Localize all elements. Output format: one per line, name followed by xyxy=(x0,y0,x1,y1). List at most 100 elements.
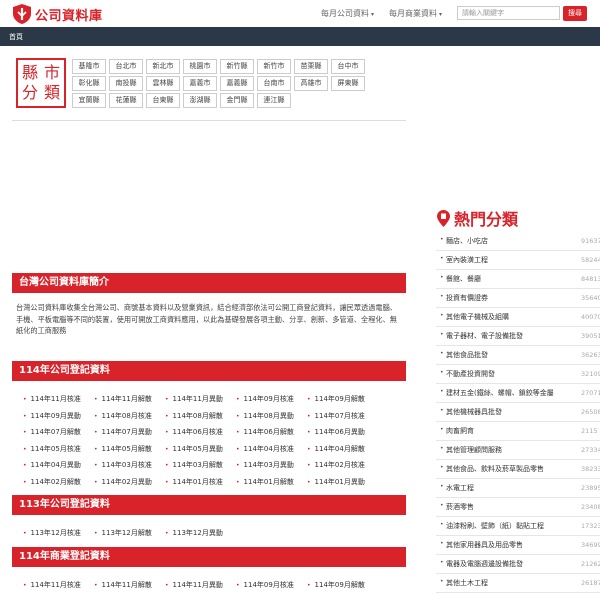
hot-category-item[interactable]: • 其他家用器具及用品零售 34699 xyxy=(436,537,600,555)
hot-category-item[interactable]: • 電器及電腦週邊設備批發 21262 xyxy=(436,556,600,574)
registration-link[interactable]: • 114年02月解散 xyxy=(23,477,81,487)
bullet-icon: • xyxy=(94,530,98,537)
registration-link[interactable]: • 114年09月異動 xyxy=(23,411,81,421)
registration-link-label: 114年08月異動 xyxy=(243,411,294,420)
county-link[interactable]: 花蓮縣 xyxy=(109,93,143,108)
registration-link-label: 114年11月核准 xyxy=(30,395,81,403)
breadcrumb-home[interactable]: 首頁 xyxy=(9,32,23,42)
registration-link[interactable]: • 114年01月異動 xyxy=(307,477,365,487)
county-link[interactable]: 嘉義市 xyxy=(183,76,217,91)
registration-link[interactable]: • 114年07月異動 xyxy=(94,427,152,437)
registration-link[interactable]: • 114年01月解散 xyxy=(236,477,294,487)
county-link[interactable]: 台東縣 xyxy=(146,93,180,108)
registration-link[interactable]: • 114年08月核准 xyxy=(94,411,152,421)
hot-category-name: 其他家用器具及用品零售 xyxy=(446,541,523,549)
registration-link[interactable]: • 114年06月異動 xyxy=(307,427,365,437)
registration-link[interactable]: • 114年09月解散 xyxy=(307,394,365,404)
hot-category-item[interactable]: • 其他食品批發 36263 xyxy=(436,347,600,365)
registration-link[interactable]: • 114年05月解散 xyxy=(94,444,152,454)
hot-category-item[interactable]: • 其他機械器具批發 26508 xyxy=(436,404,600,422)
monthly-company-dropdown[interactable]: 每月公司資料 ▾ xyxy=(321,8,374,19)
hot-category-name: 麵店、小吃店 xyxy=(446,237,488,245)
registration-link[interactable]: • 114年09月核准 xyxy=(236,580,294,590)
county-link[interactable]: 新北市 xyxy=(146,59,180,74)
county-link[interactable]: 基隆市 xyxy=(72,59,106,74)
registration-link[interactable]: • 114年02月異動 xyxy=(94,477,152,487)
county-link[interactable]: 新竹縣 xyxy=(220,59,254,74)
hot-category-count: 27071 xyxy=(581,389,600,397)
hot-category-name: 其他食品批發 xyxy=(446,351,488,359)
registration-link[interactable]: • 114年07月解散 xyxy=(23,427,81,437)
county-link[interactable]: 高雄市 xyxy=(294,76,328,91)
county-link[interactable]: 台北市 xyxy=(109,59,143,74)
hot-category-item[interactable]: • 肉畜飼育 2115 xyxy=(436,423,600,441)
hot-category-item[interactable]: • 其他電子機械及組購 40070 xyxy=(436,309,600,327)
search-button[interactable]: 搜尋 xyxy=(563,6,587,21)
county-link[interactable]: 彰化縣 xyxy=(72,76,106,91)
registration-link[interactable]: • 114年05月異動 xyxy=(165,444,223,454)
hot-category-item[interactable]: • 油漆粉刷、壁飾（紙）黏貼工程 17323 xyxy=(436,518,600,536)
registration-link[interactable]: • 114年07月核准 xyxy=(307,411,365,421)
registration-link[interactable]: • 114年04月核准 xyxy=(236,444,294,454)
registration-link[interactable]: • 114年06月核准 xyxy=(165,427,223,437)
registration-link[interactable]: • 114年11月核准 xyxy=(23,580,81,590)
registration-link[interactable]: • 114年11月異動 xyxy=(165,580,223,590)
county-link[interactable]: 澎湖縣 xyxy=(183,93,217,108)
hot-category-name: 電器及電腦週邊設備批發 xyxy=(446,560,523,568)
county-link[interactable]: 連江縣 xyxy=(257,93,291,108)
hot-category-item[interactable]: • 不動產投資開發 32109 xyxy=(436,366,600,384)
hot-category-item[interactable]: • 投資有價證券 35640 xyxy=(436,290,600,308)
registration-link[interactable]: • 114年11月核准 xyxy=(23,394,81,404)
hot-category-item[interactable]: • 水電工程 23895 xyxy=(436,480,600,498)
registration-link[interactable]: • 113年12月核准 xyxy=(23,528,81,538)
registration-link[interactable]: • 114年04月解散 xyxy=(307,444,365,454)
county-link[interactable]: 台中市 xyxy=(331,59,365,74)
registration-link[interactable]: • 113年12月解散 xyxy=(94,528,152,538)
registration-link[interactable]: • 114年08月異動 xyxy=(236,411,294,421)
hot-category-item[interactable]: • 電子器材、電子設備批發 39051 xyxy=(436,328,600,346)
registration-link[interactable]: • 114年04月異動 xyxy=(23,460,81,470)
hot-category-item[interactable]: • 餐館、餐廳 84813 xyxy=(436,271,600,289)
county-link[interactable]: 雲林縣 xyxy=(146,76,180,91)
registration-link[interactable]: • 114年11月解散 xyxy=(94,580,152,590)
hot-category-item[interactable]: • 建材五金(鐵絲、螺帽、鎖鉸等金屬 27071 xyxy=(436,385,600,403)
county-link[interactable]: 苗栗縣 xyxy=(294,59,328,74)
hot-category-item[interactable]: • 菸酒零售 23408 xyxy=(436,499,600,517)
site-logo[interactable]: 公司資料庫 xyxy=(13,4,103,24)
county-link[interactable]: 金門縣 xyxy=(220,93,254,108)
monthly-business-dropdown[interactable]: 每月商業資料 ▾ xyxy=(389,8,442,19)
registration-link[interactable]: • 114年03月解散 xyxy=(165,460,223,470)
search-input[interactable]: 請輸入關鍵字 xyxy=(457,6,560,20)
county-link[interactable]: 宜蘭縣 xyxy=(72,93,106,108)
hot-category-item[interactable]: • 其他管理顧問服務 27334 xyxy=(436,442,600,460)
registration-link[interactable]: • 114年02月核准 xyxy=(307,460,365,470)
hot-category-item[interactable]: • 麵店、小吃店 91637 xyxy=(436,233,600,251)
hot-category-item[interactable]: • 其他食品、飲料及菸草製品零售 38233 xyxy=(436,461,600,479)
registration-link[interactable]: • 113年12月異動 xyxy=(165,528,223,538)
registration-link[interactable]: • 114年11月解散 xyxy=(94,394,152,404)
hot-category-item[interactable]: • 室內裝潢工程 58244 xyxy=(436,252,600,270)
registration-link[interactable]: • 114年09月核准 xyxy=(236,394,294,404)
registration-link[interactable]: • 114年08月解散 xyxy=(165,411,223,421)
registration-link[interactable]: • 114年06月解散 xyxy=(236,427,294,437)
registration-link-label: 114年11月核准 xyxy=(30,581,81,589)
hot-category-item[interactable]: • 其他土木工程 26187 xyxy=(436,575,600,593)
registration-link[interactable]: • 114年11月異動 xyxy=(165,394,223,404)
bullet-icon: • xyxy=(440,274,444,281)
county-link[interactable]: 桃園市 xyxy=(183,59,217,74)
chevron-down-icon: ▾ xyxy=(439,11,443,18)
county-link[interactable]: 南投縣 xyxy=(109,76,143,91)
hot-category-count: 38233 xyxy=(581,465,600,473)
registration-link[interactable]: • 114年01月核准 xyxy=(165,477,223,487)
registration-link[interactable]: • 114年03月異動 xyxy=(236,460,294,470)
registration-link[interactable]: • 114年09月解散 xyxy=(307,580,365,590)
bullet-icon: • xyxy=(440,369,444,376)
section-heading: 114年商業登記資料 xyxy=(12,547,406,567)
county-link[interactable]: 屏東縣 xyxy=(331,76,365,91)
county-link[interactable]: 嘉義縣 xyxy=(220,76,254,91)
registration-link[interactable]: • 114年03月核准 xyxy=(94,460,152,470)
bullet-icon: • xyxy=(165,530,169,537)
registration-link[interactable]: • 114年05月核准 xyxy=(23,444,81,454)
county-link[interactable]: 新竹市 xyxy=(257,59,291,74)
county-link[interactable]: 台南市 xyxy=(257,76,291,91)
